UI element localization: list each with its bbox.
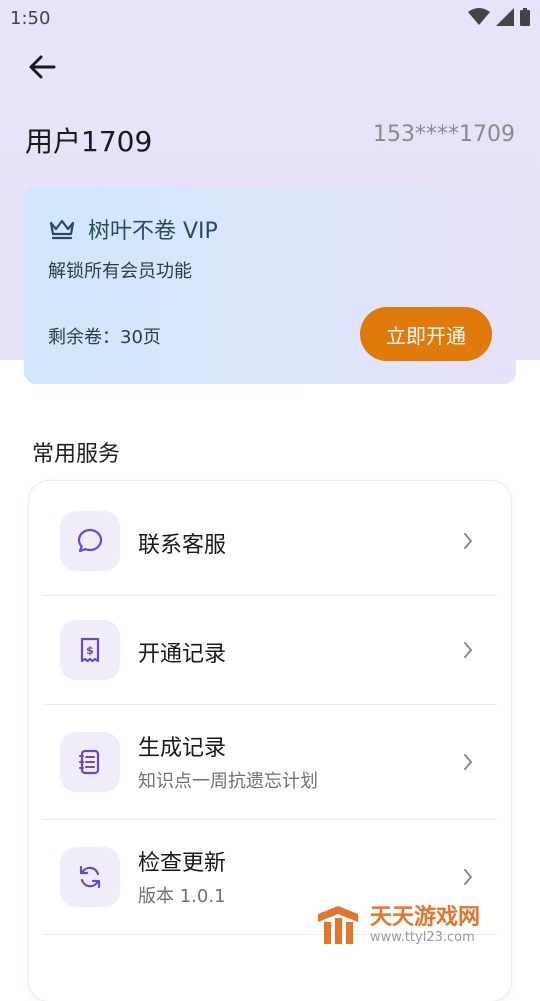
watermark-logo-icon	[318, 906, 358, 944]
services-section-title: 常用服务	[32, 442, 121, 467]
watermark-brand: 天天游戏网	[370, 905, 481, 930]
chevron-right-icon	[461, 867, 475, 887]
status-bar: 1:50	[0, 0, 540, 36]
receipt-icon: $	[80, 637, 100, 663]
watermark: 天天游戏网 www.ttyl23.com	[314, 902, 504, 950]
status-time: 1:50	[10, 8, 51, 29]
chevron-right-icon	[461, 752, 475, 772]
chat-bubble-icon	[77, 528, 103, 553]
svg-text:$: $	[86, 644, 94, 657]
service-label: 联系客服	[138, 533, 227, 558]
username: 用户1709	[25, 125, 153, 158]
battery-icon	[520, 8, 530, 26]
activate-vip-button[interactable]: 立即开通	[360, 307, 492, 361]
remaining-volume: 剩余卷：30页	[48, 327, 161, 348]
service-subtitle: 知识点一周抗遗忘计划	[138, 771, 318, 792]
service-label: 检查更新	[138, 851, 227, 876]
service-subtitle: 版本 1.0.1	[138, 886, 226, 907]
signal-icon	[496, 8, 514, 26]
vip-title-row: 树叶不卷 VIP	[48, 213, 218, 245]
arrow-left-icon	[29, 55, 56, 79]
row-icon-container	[60, 732, 120, 792]
row-icon-container: $	[60, 620, 120, 680]
wifi-icon	[468, 8, 490, 25]
service-label: 开通记录	[138, 642, 227, 667]
refresh-icon	[79, 865, 101, 889]
phone-number: 153****1709	[373, 122, 515, 147]
vip-subtitle: 解锁所有会员功能	[48, 261, 192, 282]
row-icon-container	[60, 847, 120, 907]
back-button[interactable]	[22, 50, 62, 84]
service-label: 生成记录	[138, 736, 227, 761]
service-item-generation-records[interactable]: 生成记录 知识点一周抗遗忘计划	[29, 705, 511, 820]
document-list-icon	[79, 749, 100, 775]
service-item-contact-support[interactable]: 联系客服	[29, 487, 511, 595]
row-icon-container	[60, 511, 120, 571]
chevron-right-icon	[461, 531, 475, 551]
watermark-url: www.ttyl23.com	[370, 930, 475, 945]
status-icons	[468, 8, 530, 26]
service-item-activation-records[interactable]: $ 开通记录	[29, 596, 511, 704]
vip-title: 树叶不卷 VIP	[88, 219, 218, 244]
chevron-right-icon	[461, 640, 475, 660]
crown-icon	[49, 219, 75, 240]
vip-card: 树叶不卷 VIP 解锁所有会员功能 剩余卷：30页 立即开通	[24, 187, 516, 384]
